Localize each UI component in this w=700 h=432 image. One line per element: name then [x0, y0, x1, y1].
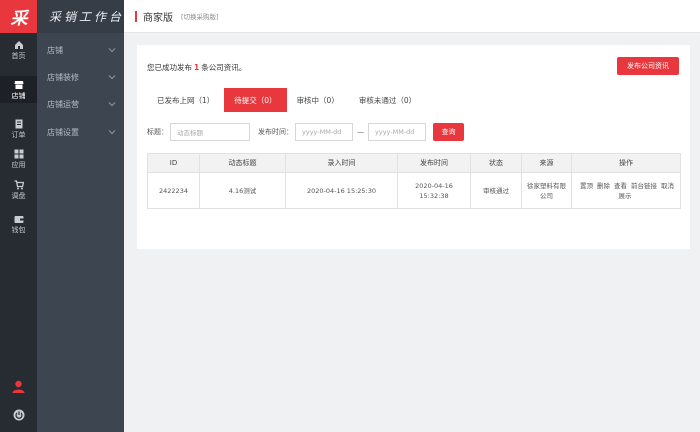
rail-label: 钱包 [11, 226, 26, 234]
notice-suffix: 条公司资讯。 [201, 63, 247, 72]
title-accent-bar [135, 10, 137, 22]
order-icon [15, 119, 22, 129]
submenu-label: 店铺运营 [47, 99, 79, 109]
home-icon [14, 41, 23, 49]
column-header: 操作 [571, 153, 681, 173]
pin-link[interactable]: 置顶 [580, 182, 593, 190]
store-icon [14, 80, 23, 89]
chevron-down-icon [108, 75, 116, 80]
cell-status: 审核通过 [470, 172, 522, 209]
page-title: 商家版 [143, 12, 173, 24]
rail-item-store[interactable]: 店铺 [0, 76, 37, 103]
submenu-item-settings[interactable]: 店铺设置 [37, 118, 124, 146]
cell-entry-time: 2020-04-16 15:25:30 [285, 172, 398, 209]
rail-label: 调盘 [11, 192, 26, 200]
user-avatar[interactable] [0, 380, 37, 393]
rail-label: 订单 [11, 131, 26, 139]
cart-icon [14, 180, 24, 190]
logo-text: 采 [10, 9, 28, 29]
power-button[interactable] [0, 409, 37, 421]
notice-count: 1 [194, 63, 200, 72]
column-header: 来源 [521, 153, 572, 173]
tab-published[interactable]: 已发布上网（1） [147, 88, 224, 112]
title-filter-input[interactable]: 动态标题 [170, 123, 250, 141]
notice-prefix: 您已成功发布 [147, 63, 192, 72]
chevron-down-icon [108, 48, 116, 53]
user-icon [12, 380, 25, 393]
submenu-item-store[interactable]: 店铺 [37, 36, 124, 64]
column-header: ID [147, 153, 200, 173]
tab-under-review[interactable]: 审核中（0） [287, 88, 349, 112]
cell-id: 2422234 [147, 172, 200, 209]
submenu-label: 店铺设置 [47, 127, 79, 137]
cell-actions: 置顶 删除 查看 前台链接 取消展示 [571, 172, 681, 209]
frontend-link[interactable]: 前台链接 [631, 182, 657, 190]
filter-bar: 标题： 动态标题 发布时间： yyyy-MM-dd — yyyy-MM-dd 查… [147, 123, 464, 141]
submenu-item-operation[interactable]: 店铺运营 [37, 90, 124, 118]
rail-label: 首页 [11, 52, 26, 60]
rail-item-wallet[interactable]: 钱包 [0, 212, 37, 236]
delete-link[interactable]: 删除 [597, 182, 610, 190]
switch-version-link[interactable]: [切换采购版] [181, 11, 219, 21]
tab-rejected[interactable]: 审核未通过（0） [349, 88, 426, 112]
top-bar: 商家版 [切换采购版] [124, 0, 700, 33]
column-header: 录入时间 [285, 153, 398, 173]
publish-news-button[interactable]: 发布公司资讯 [617, 57, 679, 75]
tab-pending-submit[interactable]: 待提交（0） [224, 88, 287, 112]
date-to-input[interactable]: yyyy-MM-dd [368, 123, 426, 141]
table-header-row: ID 动态标题 录入时间 发布时间 状态 来源 操作 [147, 153, 681, 173]
date-from-input[interactable]: yyyy-MM-dd [295, 123, 353, 141]
chevron-down-icon [108, 102, 116, 107]
title-filter-label: 标题： [147, 128, 168, 136]
rail-label: 店铺 [11, 91, 26, 100]
rail-item-orders[interactable]: 订单 [0, 117, 37, 141]
view-link[interactable]: 查看 [614, 182, 627, 190]
table-row: 2422234 4.16测试 2020-04-16 15:25:30 2020-… [147, 172, 681, 209]
content-card: 您已成功发布 1 条公司资讯。 发布公司资讯 已发布上网（1） 待提交（0） 审核中… [137, 45, 690, 249]
column-header: 发布时间 [397, 153, 471, 173]
chevron-down-icon [108, 130, 116, 135]
date-filter-label: 发布时间： [258, 128, 293, 136]
cell-title: 4.16测试 [199, 172, 286, 209]
query-button[interactable]: 查询 [433, 123, 464, 141]
publish-notice: 您已成功发布 1 条公司资讯。 [147, 62, 246, 73]
cell-publish-time: 2020-04-16 15:32:38 [397, 172, 471, 209]
date-separator: — [357, 128, 364, 136]
submenu-label: 店铺 [47, 45, 63, 55]
column-header: 动态标题 [199, 153, 286, 173]
rail-item-apps[interactable]: 应用 [0, 147, 37, 171]
submenu-header: 采销工作台 [37, 0, 124, 33]
power-icon [13, 409, 24, 421]
apps-icon [14, 149, 23, 159]
wallet-icon [14, 216, 23, 223]
submenu-label: 店铺装修 [47, 72, 79, 82]
icon-rail: 采 首页 店铺 订单 应用 调盘 钱包 [0, 0, 37, 432]
rail-item-home[interactable]: 首页 [0, 38, 37, 62]
workbench-title: 采销工作台 [49, 10, 125, 24]
app-logo[interactable]: 采 [0, 0, 37, 33]
news-table: ID 动态标题 录入时间 发布时间 状态 来源 操作 2422234 4.16测… [147, 153, 681, 209]
secondary-menu: 采销工作台 店铺 店铺装修 店铺运营 店铺设置 [37, 0, 124, 432]
column-header: 状态 [470, 153, 522, 173]
rail-label: 应用 [11, 161, 26, 169]
cell-source: 徐家塑料有限公司 [521, 172, 572, 209]
rail-item-cart[interactable]: 调盘 [0, 178, 37, 202]
submenu-item-decoration[interactable]: 店铺装修 [37, 63, 124, 91]
status-tabs: 已发布上网（1） 待提交（0） 审核中（0） 审核未通过（0） [147, 88, 426, 112]
